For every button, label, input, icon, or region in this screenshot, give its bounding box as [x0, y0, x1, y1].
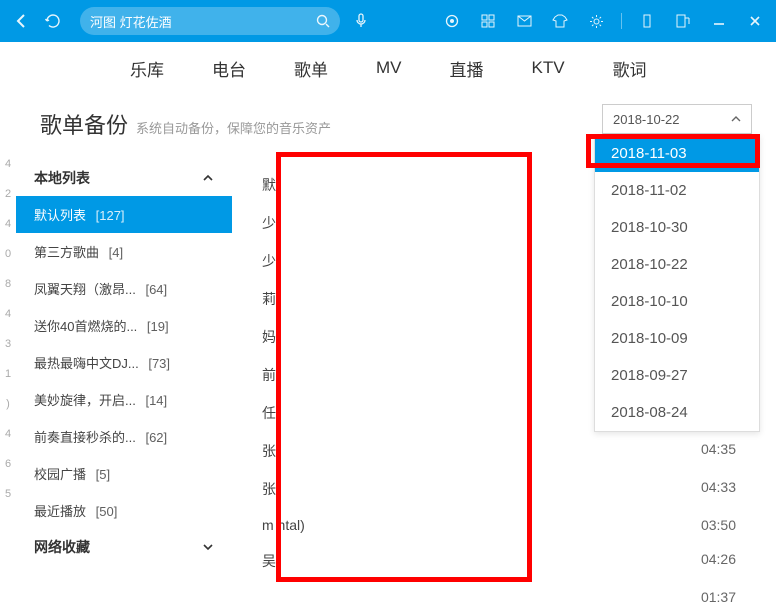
mini-mode-icon[interactable] — [636, 10, 658, 32]
close-icon[interactable] — [744, 10, 766, 32]
lyric-mode-icon[interactable] — [672, 10, 694, 32]
song-duration: 04:26 — [686, 551, 736, 571]
gutter-mark: 4 — [5, 308, 11, 320]
gutter-mark: ) — [6, 398, 10, 410]
song-duration: 01:37 — [686, 589, 736, 605]
gutter-mark: 4 — [5, 158, 11, 170]
search-box[interactable] — [80, 7, 340, 35]
song-row[interactable]: m ntal)03:50 — [232, 508, 776, 542]
song-duration: 03:50 — [686, 517, 736, 533]
song-name: m ntal) — [262, 517, 686, 533]
gutter-mark: 3 — [5, 338, 11, 350]
song-name — [262, 589, 686, 605]
date-option[interactable]: 2018-11-03 — [595, 135, 759, 172]
minimize-icon[interactable] — [708, 10, 730, 32]
ruler-gutter: 4 2 4 0 8 4 3 1) 4 6 5 — [0, 152, 16, 614]
sidebar-item-label: 第三方歌曲 [4] — [34, 242, 123, 261]
date-option[interactable]: 2018-09-27 — [595, 357, 759, 394]
sidebar-item-label: 最热最嗨中文DJ... [73] — [34, 353, 170, 372]
nav-lyrics[interactable]: 歌词 — [613, 56, 647, 81]
chevron-down-icon — [202, 543, 214, 551]
song-row[interactable]: 张04:35 — [232, 432, 776, 470]
song-duration: 04:33 — [686, 479, 736, 499]
title-bar — [0, 0, 776, 42]
nav-live[interactable]: 直播 — [450, 56, 484, 81]
date-dropdown: 2018-11-032018-11-022018-10-302018-10-22… — [594, 134, 760, 432]
nav-ktv[interactable]: KTV — [532, 58, 565, 78]
main-nav: 乐库 电台 歌单 MV 直播 KTV 歌词 — [0, 42, 776, 94]
song-row[interactable]: 张04:33 — [232, 470, 776, 508]
refresh-button[interactable] — [42, 10, 64, 32]
sidebar-item[interactable]: 第三方歌曲 [4] — [16, 233, 232, 270]
search-icon[interactable] — [316, 14, 330, 28]
apps-icon[interactable] — [477, 10, 499, 32]
nav-playlist[interactable]: 歌单 — [294, 56, 328, 81]
gutter-mark: 6 — [5, 458, 11, 470]
voice-search-icon[interactable] — [350, 10, 372, 32]
sidebar-item[interactable]: 前奏直接秒杀的... [62] — [16, 418, 232, 455]
date-option[interactable]: 2018-11-02 — [595, 172, 759, 209]
chevron-up-icon — [202, 174, 214, 182]
song-duration: 04:35 — [686, 441, 736, 461]
sidebar-group-label: 网络收藏 — [34, 537, 90, 557]
chevron-up-icon — [731, 116, 741, 122]
sidebar-item[interactable]: 校园广播 [5] — [16, 455, 232, 492]
sidebar-item-label: 美妙旋律，开启... [14] — [34, 390, 167, 409]
nav-radio[interactable]: 电台 — [212, 56, 246, 81]
song-name: 张 — [262, 441, 686, 461]
sidebar-item-label: 默认列表 [127] — [34, 205, 125, 224]
sidebar-item[interactable]: 凤翼天翔（激昂... [64] — [16, 270, 232, 307]
sidebar-item[interactable]: 最热最嗨中文DJ... [73] — [16, 344, 232, 381]
sidebar-item[interactable]: 美妙旋律，开启... [14] — [16, 381, 232, 418]
nav-mv[interactable]: MV — [376, 58, 402, 78]
sidebar-item-label: 前奏直接秒杀的... [62] — [34, 427, 167, 446]
date-select-value: 2018-10-22 — [613, 112, 680, 127]
gutter-mark: 4 — [5, 218, 11, 230]
date-option[interactable]: 2018-10-09 — [595, 320, 759, 357]
gutter-mark: 1 — [5, 368, 11, 380]
gutter-mark: 4 — [5, 428, 11, 440]
date-option[interactable]: 2018-10-10 — [595, 283, 759, 320]
search-input[interactable] — [90, 14, 316, 29]
date-option[interactable]: 2018-08-24 — [595, 394, 759, 431]
song-name: 吴 — [262, 551, 686, 571]
gutter-mark: 0 — [5, 248, 11, 260]
song-name: 张 — [262, 479, 686, 499]
sidebar-group-label: 本地列表 — [34, 168, 90, 188]
sidebar-group-local[interactable]: 本地列表 — [16, 160, 232, 196]
date-option[interactable]: 2018-10-22 — [595, 246, 759, 283]
gutter-mark: 5 — [5, 488, 11, 500]
sidebar-group-network[interactable]: 网络收藏 — [16, 529, 232, 565]
separator — [621, 13, 622, 29]
back-button[interactable] — [10, 10, 32, 32]
sidebar-item-label: 送你40首燃烧的... [19] — [34, 316, 169, 335]
record-icon[interactable] — [441, 10, 463, 32]
song-row[interactable]: 01:37 — [232, 580, 776, 614]
sidebar-item-label: 最近播放 [50] — [34, 501, 117, 520]
settings-icon[interactable] — [585, 10, 607, 32]
sidebar-item-label: 凤翼天翔（激昂... [64] — [34, 279, 167, 298]
page-subtitle: 系统自动备份，保障您的音乐资产 — [136, 118, 331, 137]
sidebar-item[interactable]: 默认列表 [127] — [16, 196, 232, 233]
nav-library[interactable]: 乐库 — [130, 56, 164, 81]
mail-icon[interactable] — [513, 10, 535, 32]
skin-icon[interactable] — [549, 10, 571, 32]
date-select[interactable]: 2018-10-22 — [602, 104, 752, 134]
date-option[interactable]: 2018-10-30 — [595, 209, 759, 246]
sidebar-item[interactable]: 送你40首燃烧的... [19] — [16, 307, 232, 344]
sidebar: 本地列表 默认列表 [127] 第三方歌曲 [4] 凤翼天翔（激昂... [64] 送… — [16, 152, 232, 614]
page-title: 歌单备份 — [40, 108, 128, 140]
gutter-mark: 2 — [5, 188, 11, 200]
sidebar-item-label: 校园广播 [5] — [34, 464, 110, 483]
gutter-mark: 8 — [5, 278, 11, 290]
song-row[interactable]: 吴04:26 — [232, 542, 776, 580]
sidebar-item[interactable]: 最近播放 [50] — [16, 492, 232, 529]
